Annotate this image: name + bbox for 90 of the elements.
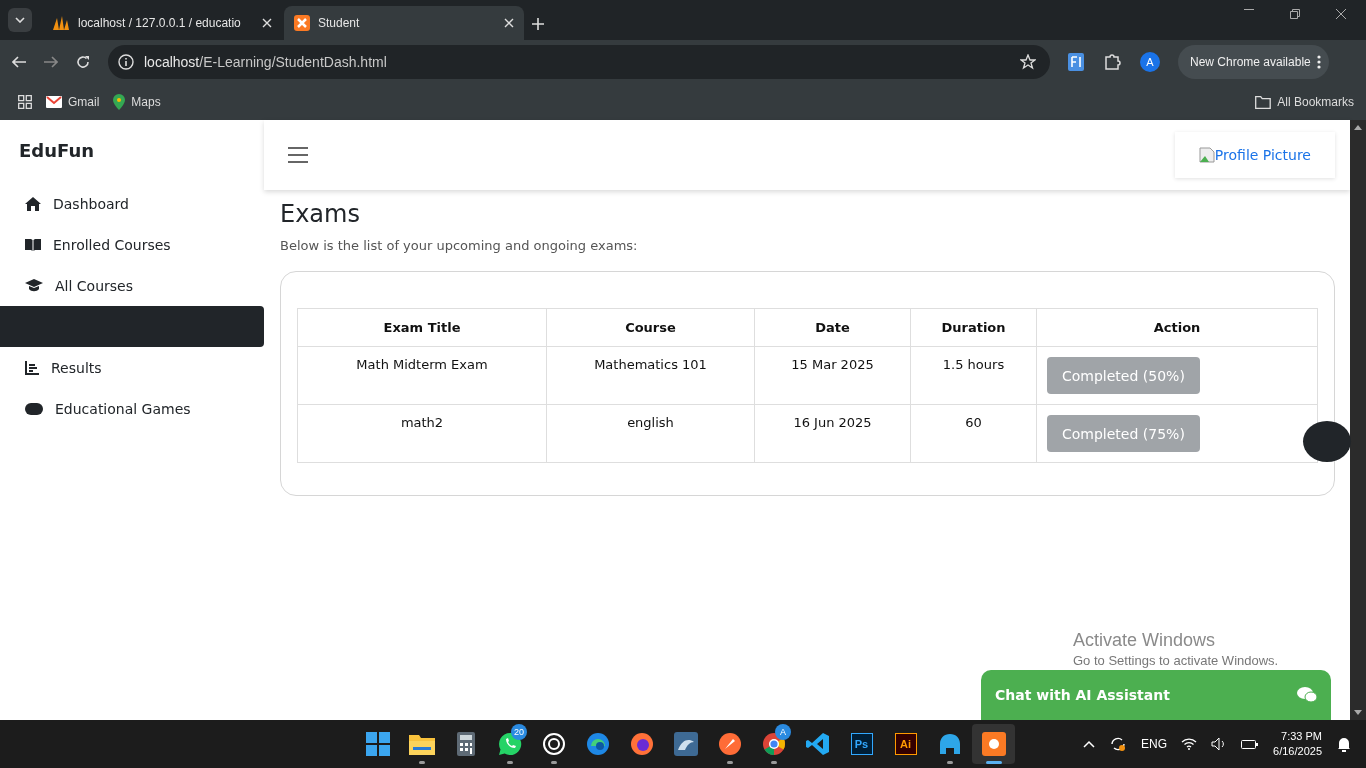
translate-extension-icon[interactable] xyxy=(1068,53,1086,71)
calculator-icon xyxy=(456,732,475,756)
brand-title: EduFun xyxy=(18,140,96,163)
sail-logo-icon xyxy=(52,16,70,30)
clock[interactable]: 7:33 PM 6/16/2025 xyxy=(1273,729,1322,759)
knot-logo-icon xyxy=(541,732,566,756)
table-cell: 1.5 hours xyxy=(910,346,1037,405)
sidebar-item[interactable]: All Courses xyxy=(0,265,264,306)
page-subtitle: Below is the list of your upcoming and ongoing exams: xyxy=(280,238,639,253)
dolphin-logo-icon xyxy=(673,732,698,756)
bird-icon xyxy=(937,732,962,756)
close-icon[interactable] xyxy=(1336,9,1346,19)
windows-start-icon xyxy=(365,732,390,756)
taskbar-app[interactable]: A xyxy=(752,724,795,764)
table-cell: 15 Mar 2025 xyxy=(754,346,911,405)
puzzle-icon[interactable] xyxy=(1104,53,1122,71)
chevron-up-icon[interactable] xyxy=(1083,740,1096,748)
tab-search-button[interactable] xyxy=(8,8,32,32)
activation-title: Activate Windows xyxy=(1073,630,1216,651)
new-tab-button[interactable] xyxy=(532,18,544,30)
gamepad-icon xyxy=(25,402,43,415)
scroll-down-icon[interactable] xyxy=(1354,710,1362,716)
minimize-icon[interactable] xyxy=(1244,9,1254,11)
table-cell: math2 xyxy=(297,404,547,463)
restore-icon[interactable] xyxy=(1290,9,1300,19)
column-header: Exam Title xyxy=(297,308,547,347)
broken-image-icon xyxy=(1198,147,1215,163)
taskbar-app[interactable]: Ps xyxy=(840,724,883,764)
xampp-logo-icon xyxy=(294,15,310,31)
column-header: Action xyxy=(1036,308,1318,347)
taskbar-app[interactable] xyxy=(972,724,1015,764)
back-arrow-icon[interactable] xyxy=(12,56,26,68)
home-icon xyxy=(25,196,41,211)
folder-icon xyxy=(1255,95,1272,109)
map-pin-icon xyxy=(113,94,126,110)
chevron-down-icon xyxy=(15,17,25,23)
activation-hint: Go to Settings to activate Windows. xyxy=(1073,653,1279,668)
language-indicator[interactable]: ENG xyxy=(1141,737,1168,751)
taskbar-app[interactable]: 20 xyxy=(488,724,531,764)
browser-tab[interactable]: Student xyxy=(284,6,524,40)
column-header: Date xyxy=(754,308,911,347)
table-cell: Math Midterm Exam xyxy=(297,346,547,405)
sidebar-item[interactable]: Educational Games xyxy=(0,388,264,429)
reload-icon[interactable] xyxy=(76,55,90,69)
graduation-cap-icon xyxy=(25,279,43,292)
count-badge: 20 xyxy=(511,724,527,740)
wave-logo-icon xyxy=(585,732,610,756)
battery-icon[interactable] xyxy=(1241,738,1260,750)
table-cell: 16 Jun 2025 xyxy=(754,404,911,463)
sync-icon[interactable] xyxy=(1109,735,1128,753)
chat-bubbles-icon xyxy=(1297,687,1317,703)
apps-grid-icon[interactable] xyxy=(18,95,32,109)
scroll-up-icon[interactable] xyxy=(1354,124,1362,130)
folder-icon xyxy=(408,733,435,755)
more-icon[interactable] xyxy=(1316,55,1321,69)
table-cell: 60 xyxy=(910,404,1037,463)
menu-icon[interactable] xyxy=(288,147,308,163)
table-cell: english xyxy=(546,404,755,463)
code-editor-icon xyxy=(805,732,830,756)
illustrator-icon: Ai xyxy=(894,733,917,755)
count-badge: A xyxy=(775,724,791,740)
xampp-logo-icon xyxy=(981,732,1006,756)
bookmark-link[interactable]: Gmail xyxy=(46,95,100,109)
star-icon[interactable] xyxy=(1020,54,1036,70)
rocket-logo-icon xyxy=(717,732,742,756)
column-header: Duration xyxy=(910,308,1037,347)
forward-arrow-icon[interactable] xyxy=(44,56,58,68)
page-title: Exams xyxy=(280,200,361,228)
fox-logo-icon xyxy=(629,732,654,756)
column-header: Course xyxy=(546,308,755,347)
info-icon[interactable] xyxy=(118,54,134,70)
browser-tab[interactable]: localhost / 127.0.0.1 / educatio xyxy=(42,6,282,40)
sidebar-item[interactable]: Dashboard xyxy=(0,183,264,224)
address-bar[interactable]: localhost/E-Learning/StudentDash.html xyxy=(108,45,1050,79)
floating-button[interactable] xyxy=(1303,421,1351,462)
profile-picture-link[interactable]: Profile Picture xyxy=(1174,132,1335,178)
book-icon xyxy=(25,238,41,251)
bookmark-link[interactable]: Maps xyxy=(113,94,161,110)
photoshop-icon: Ps xyxy=(850,733,873,755)
table-cell: Mathematics 101 xyxy=(546,346,755,405)
profile-avatar[interactable]: A xyxy=(1140,52,1160,72)
sidebar-item[interactable]: Results xyxy=(0,347,264,388)
taskbar-app[interactable]: Ai xyxy=(884,724,927,764)
wifi-icon[interactable] xyxy=(1181,738,1198,750)
all-bookmarks-link[interactable]: All Bookmarks xyxy=(1255,95,1354,109)
chart-icon xyxy=(25,360,39,375)
mail-icon xyxy=(46,96,62,108)
sidebar-item[interactable]: Enrolled Courses xyxy=(0,224,264,265)
update-button[interactable]: New Chrome available xyxy=(1178,45,1329,79)
notification-bell-icon[interactable] xyxy=(1336,736,1352,752)
